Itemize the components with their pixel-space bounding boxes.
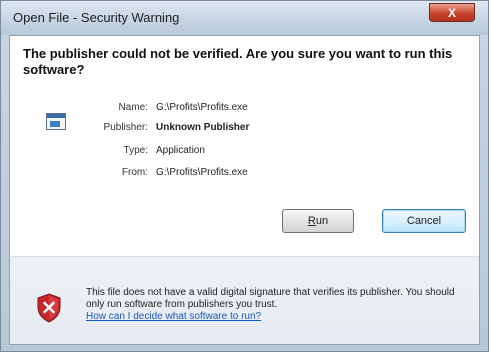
from-value: G:\Profits\Profits.exe: [156, 167, 248, 178]
type-value: Application: [156, 145, 205, 156]
security-shield-icon: [36, 293, 62, 323]
dialog-body: The publisher could not be verified. Are…: [9, 35, 480, 345]
detail-row-from: From: G:\Profits\Profits.exe: [10, 167, 479, 185]
name-value: G:\Profits\Profits.exe: [156, 102, 248, 113]
run-button-label: Run: [307, 215, 329, 227]
window-title: Open File - Security Warning: [13, 10, 180, 25]
detail-row-type: Type: Application: [10, 145, 479, 163]
from-label: From:: [121, 167, 148, 178]
decide-software-link[interactable]: How can I decide what software to run?: [86, 311, 261, 323]
type-label: Type:: [123, 145, 148, 156]
detail-row-publisher: Publisher: Unknown Publisher: [10, 122, 479, 140]
footer-panel: This file does not have a valid digital …: [10, 257, 479, 344]
publisher-value: Unknown Publisher: [156, 122, 250, 133]
main-panel: The publisher could not be verified. Are…: [10, 36, 479, 256]
cancel-button[interactable]: Cancel: [382, 209, 466, 233]
security-warning-dialog: Open File - Security Warning X The publi…: [0, 0, 489, 352]
close-button[interactable]: X: [429, 3, 475, 22]
close-icon: X: [447, 5, 456, 20]
title-bar[interactable]: Open File - Security Warning X: [1, 1, 488, 35]
warning-headline: The publisher could not be verified. Are…: [23, 46, 453, 77]
publisher-label: Publisher:: [103, 122, 148, 133]
signature-warning-text: This file does not have a valid digital …: [86, 287, 455, 310]
detail-row-name: Name: G:\Profits\Profits.exe: [10, 102, 479, 120]
name-label: Name:: [118, 102, 148, 113]
run-button[interactable]: Run: [282, 209, 354, 233]
